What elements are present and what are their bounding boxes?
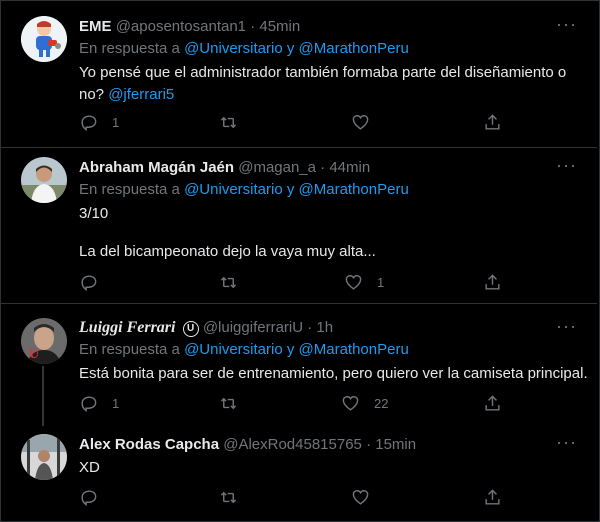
mention-link[interactable]: @jferrari5: [108, 86, 174, 103]
reply-button[interactable]: 1: [79, 394, 119, 413]
avatar[interactable]: U: [21, 318, 67, 364]
reply-icon: [81, 396, 97, 412]
reply-count: 1: [112, 396, 120, 411]
tweet-text-line: XD: [79, 459, 100, 476]
separator: ·: [366, 436, 372, 453]
tweet[interactable]: Alex Rodas Capcha @AlexRod45815765 · 15m…: [1, 426, 597, 520]
like-button[interactable]: [351, 113, 384, 132]
reply-prefix: En respuesta a: [79, 181, 180, 198]
more-icon[interactable]: ···: [556, 155, 577, 176]
reply-icon: [81, 490, 97, 506]
like-icon: [345, 275, 362, 290]
like-button[interactable]: 1: [344, 273, 384, 292]
display-name[interactable]: Alex Rodas Capcha: [79, 436, 219, 453]
tweet-text: XD: [79, 457, 579, 479]
mention-link[interactable]: @Universitario: [184, 181, 283, 198]
share-icon: [485, 395, 500, 411]
retweet-icon: [220, 397, 237, 410]
reply-button[interactable]: 1: [79, 113, 119, 132]
reply-button[interactable]: [79, 273, 112, 292]
reply-context: En respuesta a @Universitario y @Maratho…: [79, 40, 409, 57]
more-icon[interactable]: ···: [556, 432, 577, 453]
tweet-text-line: Yo pensé que el administrador también fo…: [79, 64, 567, 81]
like-count: 1: [377, 275, 385, 290]
svg-text:U: U: [29, 347, 39, 362]
mention-link[interactable]: @Universitario: [184, 40, 283, 57]
retweet-button[interactable]: [219, 113, 252, 132]
timestamp[interactable]: 45min: [259, 18, 300, 35]
like-button[interactable]: 22: [341, 394, 388, 413]
tweet-text-line: no?: [79, 86, 105, 103]
tweet[interactable]: U Luiggi Ferrari U @luiggiferrariU · 1h …: [1, 304, 597, 426]
like-icon: [342, 396, 359, 411]
reply-icon: [81, 115, 97, 131]
reply-button[interactable]: [79, 488, 112, 507]
mention-link[interactable]: @MarathonPeru: [299, 40, 409, 57]
retweet-icon: [220, 116, 237, 129]
more-icon[interactable]: ···: [556, 316, 577, 337]
timestamp[interactable]: 15min: [375, 436, 416, 453]
retweet-button[interactable]: [219, 488, 252, 507]
retweet-button[interactable]: [219, 273, 252, 292]
reply-join: y: [286, 181, 295, 198]
user-handle[interactable]: @AlexRod45815765: [223, 436, 362, 453]
reply-count: 1: [112, 115, 120, 130]
club-badge-icon: U: [182, 321, 199, 337]
tweet-text: Yo pensé que el administrador también fo…: [79, 62, 579, 106]
retweet-button[interactable]: [219, 394, 252, 413]
share-icon: [485, 489, 500, 505]
reply-icon: [81, 275, 97, 291]
mention-link[interactable]: @MarathonPeru: [299, 341, 409, 358]
more-icon[interactable]: ···: [556, 14, 577, 35]
avatar[interactable]: [21, 157, 67, 203]
user-handle[interactable]: @aposentosantan1: [116, 18, 246, 35]
retweet-icon: [220, 276, 237, 289]
share-button[interactable]: [483, 394, 502, 413]
share-icon: [485, 274, 500, 290]
tweet-text-line: La del bicampeonato dejo la vaya muy alt…: [79, 243, 376, 260]
reply-join: y: [286, 341, 295, 358]
timestamp[interactable]: 44min: [329, 159, 370, 176]
user-handle[interactable]: @magan_a: [238, 159, 316, 176]
like-button[interactable]: [351, 488, 384, 507]
display-name[interactable]: EME: [79, 18, 112, 35]
share-button[interactable]: [483, 113, 502, 132]
tweet-text: 3/10 La del bicampeonato dejo la vaya mu…: [79, 203, 579, 263]
mention-link[interactable]: @Universitario: [184, 341, 283, 358]
share-icon: [485, 114, 500, 130]
like-count: 22: [374, 396, 389, 411]
share-button[interactable]: [483, 273, 502, 292]
like-icon: [352, 490, 369, 505]
reply-prefix: En respuesta a: [79, 40, 180, 57]
separator: ·: [320, 159, 326, 176]
user-handle[interactable]: @luiggiferrariU: [203, 319, 303, 336]
avatar[interactable]: [21, 16, 67, 62]
display-name[interactable]: Luiggi Ferrari: [79, 319, 175, 336]
display-name[interactable]: Abraham Magán Jaén: [79, 159, 234, 176]
separator: ·: [307, 319, 313, 336]
mention-link[interactable]: @MarathonPeru: [299, 181, 409, 198]
retweet-icon: [220, 491, 237, 504]
tweet-text-line: 3/10: [79, 205, 109, 222]
tweet[interactable]: EME @aposentosantan1 · 45min ··· En resp…: [1, 0, 597, 148]
separator: ·: [250, 18, 256, 35]
timestamp[interactable]: 1h: [316, 319, 333, 336]
reply-join: y: [286, 40, 295, 57]
tweet-text: Está bonita para ser de entrenamiento, p…: [79, 363, 589, 385]
reply-context: En respuesta a @Universitario y @Maratho…: [79, 341, 409, 358]
tweet-text-line: Está bonita para ser de entrenamiento, p…: [79, 365, 588, 382]
share-button[interactable]: [483, 488, 502, 507]
reply-context: En respuesta a @Universitario y @Maratho…: [79, 181, 409, 198]
reply-prefix: En respuesta a: [79, 341, 180, 358]
avatar[interactable]: [21, 434, 67, 480]
tweet[interactable]: Abraham Magán Jaén @magan_a · 44min ··· …: [1, 148, 597, 303]
like-icon: [352, 115, 369, 130]
